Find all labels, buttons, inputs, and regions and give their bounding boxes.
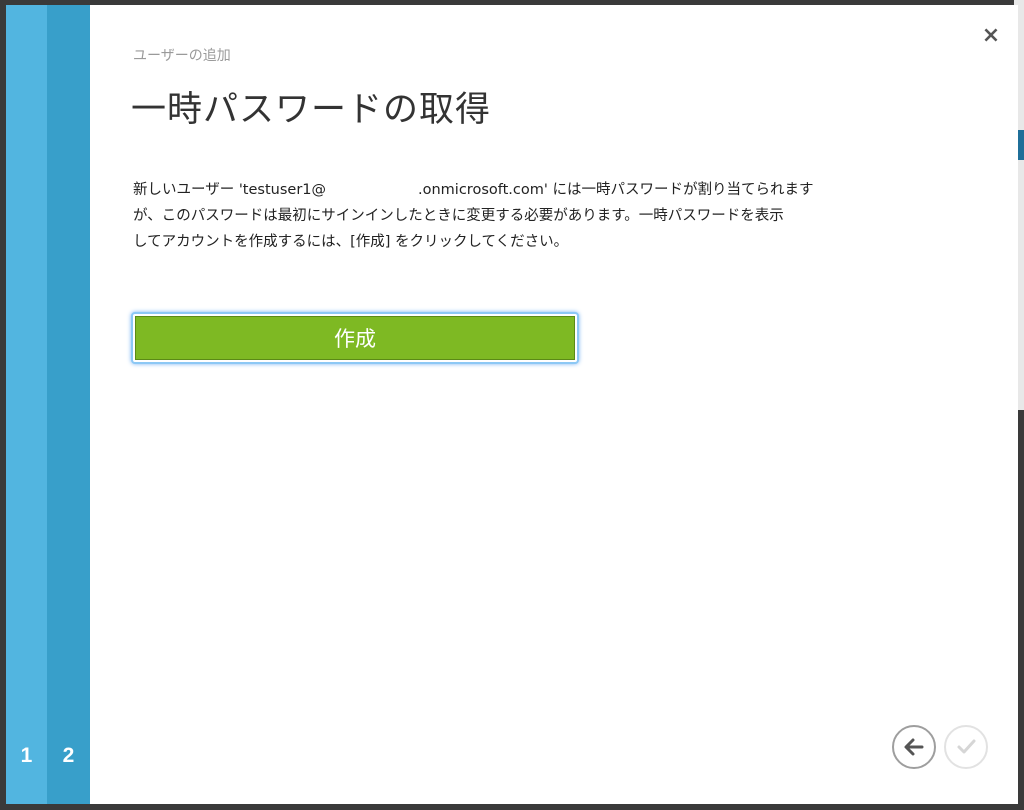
page-title: 一時パスワードの取得 xyxy=(131,90,492,130)
wizard-step-2[interactable]: 2 xyxy=(47,5,90,804)
step-number: 1 xyxy=(20,744,33,767)
wizard-step-1[interactable]: 1 xyxy=(6,5,47,804)
description-line: 新しいユーザー 'testuser1@ .onmicrosoft.com' には一… xyxy=(133,182,814,198)
dialog-subtitle: ユーザーの追加 xyxy=(133,48,231,64)
description-text: 新しいユーザー 'testuser1@ .onmicrosoft.com' には一… xyxy=(133,177,923,255)
add-user-dialog: 1 2 × ユーザーの追加 一時パスワードの取得 新しいユーザー 'testus… xyxy=(6,5,1018,804)
description-line: が、このパスワードは最初にサインインしたときに変更する必要があります。一時パスワ… xyxy=(133,208,784,224)
back-button[interactable] xyxy=(892,725,936,769)
checkmark-icon xyxy=(957,739,976,754)
step-number: 2 xyxy=(62,744,75,767)
arrow-left-icon xyxy=(904,738,924,756)
finish-button[interactable] xyxy=(944,725,988,769)
create-button-label: 作成 xyxy=(135,316,575,360)
close-button[interactable]: × xyxy=(978,22,1004,48)
close-icon: × xyxy=(981,22,1001,48)
description-line: してアカウントを作成するには、[作成] をクリックしてください。 xyxy=(133,234,569,250)
create-button[interactable]: 作成 xyxy=(131,312,579,364)
